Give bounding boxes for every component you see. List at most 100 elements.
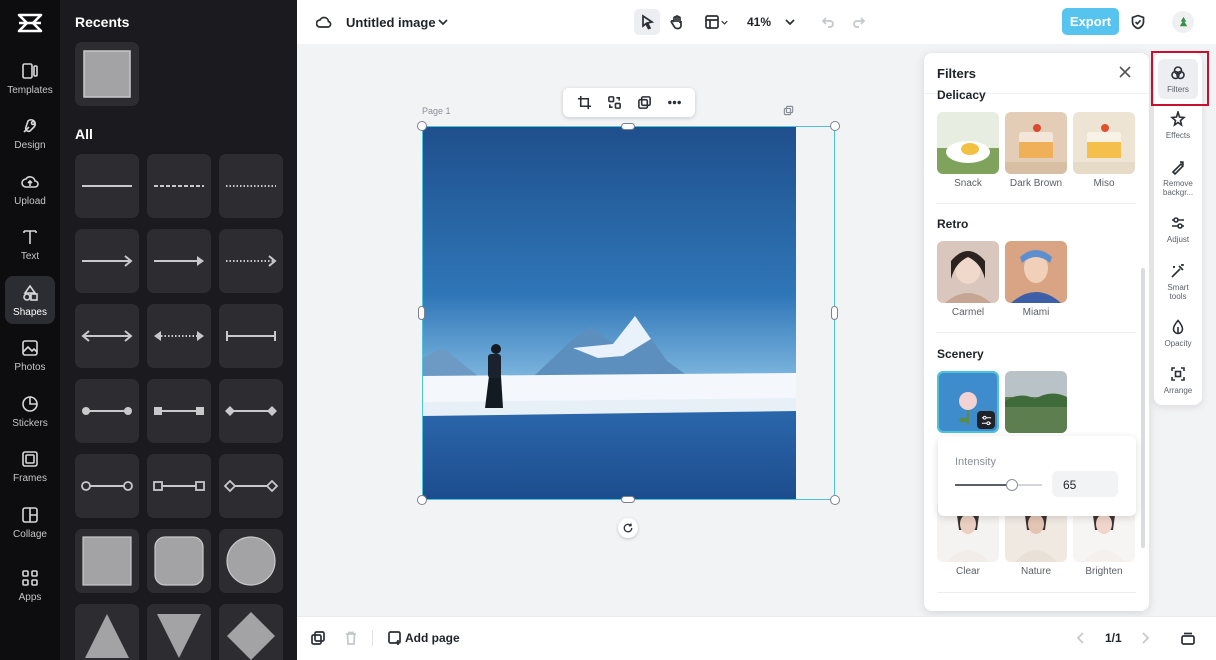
- shape-arrow-line[interactable]: [75, 229, 139, 293]
- cloud-save-icon[interactable]: [312, 10, 336, 34]
- filter-thumb-carmel[interactable]: [937, 241, 999, 303]
- shape-connector-circle-outline[interactable]: [75, 454, 139, 518]
- rail-item-apps[interactable]: Apps: [5, 561, 55, 609]
- pages-panel-icon[interactable]: [1176, 626, 1200, 650]
- image-floating-toolbar: [563, 88, 695, 117]
- shape-arrow-dotted[interactable]: [219, 229, 283, 293]
- undo-icon[interactable]: [816, 10, 840, 34]
- select-tool-button[interactable]: [634, 9, 660, 35]
- adjust-filter-icon[interactable]: [977, 411, 995, 429]
- previous-page-icon[interactable]: [1069, 626, 1093, 650]
- add-page-button[interactable]: Add page: [405, 631, 460, 645]
- filter-thumb-miso[interactable]: [1073, 112, 1135, 174]
- rail-tool-adjust[interactable]: Adjust: [1158, 215, 1198, 244]
- resize-handle-right[interactable]: [831, 306, 838, 320]
- replace-icon[interactable]: [604, 93, 624, 113]
- shape-double-arrow[interactable]: [75, 304, 139, 368]
- resize-handle-bottom[interactable]: [621, 496, 635, 503]
- chevron-down-icon[interactable]: [431, 10, 455, 34]
- shape-connector-dots[interactable]: [75, 379, 139, 443]
- shape-dimension-line[interactable]: [219, 304, 283, 368]
- photos-icon: [22, 340, 38, 356]
- intensity-value-input[interactable]: 65: [1052, 471, 1118, 497]
- user-avatar[interactable]: [1172, 11, 1194, 33]
- add-page-icon[interactable]: [383, 626, 407, 650]
- shape-diamond[interactable]: [219, 604, 283, 660]
- intensity-slider-knob[interactable]: [1005, 479, 1018, 491]
- rotate-icon[interactable]: [618, 518, 638, 538]
- collage-icon: [22, 507, 38, 523]
- shape-triangle[interactable]: [75, 604, 139, 660]
- section-divider: [937, 203, 1136, 204]
- rail-item-upload[interactable]: Upload: [5, 165, 55, 213]
- filters-scrollbar[interactable]: [1141, 268, 1145, 548]
- resize-handle-left[interactable]: [418, 306, 425, 320]
- layout-chevron-down-icon[interactable]: [716, 10, 732, 34]
- resize-handle-top-left[interactable]: [417, 121, 427, 131]
- arrange-icon: [1171, 367, 1185, 381]
- duplicate-page-button[interactable]: [306, 626, 330, 650]
- shape-triangle-down[interactable]: [147, 604, 211, 660]
- close-icon[interactable]: [1118, 65, 1136, 83]
- filters-panel: Filters Delicacy Snack Dark Brown Miso R…: [924, 53, 1149, 611]
- resize-handle-top-right[interactable]: [830, 121, 840, 131]
- rail-tool-smart-tools[interactable]: Smart tools: [1158, 263, 1198, 301]
- shape-line-dashed[interactable]: [147, 154, 211, 218]
- rail-label: Templates: [7, 85, 53, 96]
- recents-title: Recents: [75, 14, 130, 30]
- filter-thumb-miami[interactable]: [1005, 241, 1067, 303]
- rail-item-templates[interactable]: Templates: [5, 54, 55, 102]
- shape-arrow-solid[interactable]: [147, 229, 211, 293]
- redo-icon[interactable]: [847, 10, 871, 34]
- shield-icon[interactable]: [1126, 10, 1150, 34]
- resize-handle-bottom-right[interactable]: [830, 495, 840, 505]
- filter-thumb-dark-brown[interactable]: [1005, 112, 1067, 174]
- effects-icon: [1170, 111, 1186, 127]
- duplicate-icon[interactable]: [634, 93, 654, 113]
- rail-tool-arrange[interactable]: Arrange: [1158, 366, 1198, 395]
- shape-connector-diamonds[interactable]: [219, 379, 283, 443]
- capcut-logo-icon[interactable]: [15, 10, 45, 36]
- rail-item-shapes[interactable]: Shapes: [5, 276, 55, 324]
- recent-shape-square[interactable]: [75, 42, 139, 106]
- rail-item-text[interactable]: Text: [5, 220, 55, 268]
- rail-tool-label: Arrange: [1163, 386, 1193, 395]
- rail-tool-opacity[interactable]: Opacity: [1158, 319, 1198, 348]
- zoom-level[interactable]: 41%: [747, 15, 771, 29]
- shape-connector-squares[interactable]: [147, 379, 211, 443]
- rail-item-collage[interactable]: Collage: [5, 498, 55, 546]
- shape-double-arrow-dotted[interactable]: [147, 304, 211, 368]
- more-options-icon[interactable]: [664, 93, 684, 113]
- rail-tool-label: Adjust: [1166, 235, 1190, 244]
- rail-tool-label: Opacity: [1164, 339, 1192, 348]
- filter-thumb-snack[interactable]: [937, 112, 999, 174]
- shape-connector-square-outline[interactable]: [147, 454, 211, 518]
- rail-tool-effects[interactable]: Effects: [1158, 111, 1198, 140]
- hand-tool-icon[interactable]: [665, 10, 689, 34]
- crop-icon[interactable]: [574, 93, 594, 113]
- resize-handle-top[interactable]: [621, 123, 635, 130]
- export-button[interactable]: Export: [1062, 8, 1119, 35]
- document-title[interactable]: Untitled image: [346, 15, 436, 30]
- zoom-chevron-down-icon[interactable]: [778, 10, 802, 34]
- shape-rounded-square[interactable]: [147, 529, 211, 593]
- trash-icon[interactable]: [339, 626, 363, 650]
- resize-handle-bottom-left[interactable]: [417, 495, 427, 505]
- rail-item-photos[interactable]: Photos: [5, 331, 55, 379]
- rail-item-frames[interactable]: Frames: [5, 442, 55, 490]
- filter-label: Nature: [1020, 566, 1051, 577]
- shape-square[interactable]: [75, 529, 139, 593]
- shape-circle[interactable]: [219, 529, 283, 593]
- section-title-retro: Retro: [937, 217, 969, 231]
- shape-line-dotted[interactable]: [219, 154, 283, 218]
- filter-thumb-scenery-field[interactable]: [1005, 371, 1067, 433]
- shape-line-solid[interactable]: [75, 154, 139, 218]
- rail-item-stickers[interactable]: Stickers: [5, 387, 55, 435]
- upload-icon: [21, 176, 39, 188]
- shape-connector-diamond-outline[interactable]: [219, 454, 283, 518]
- intensity-slider[interactable]: [955, 479, 1042, 491]
- duplicate-page-icon[interactable]: [780, 102, 796, 118]
- rail-tool-remove-background[interactable]: Remove backgr...: [1158, 159, 1198, 197]
- next-page-icon[interactable]: [1133, 626, 1157, 650]
- rail-item-design[interactable]: Design: [5, 109, 55, 157]
